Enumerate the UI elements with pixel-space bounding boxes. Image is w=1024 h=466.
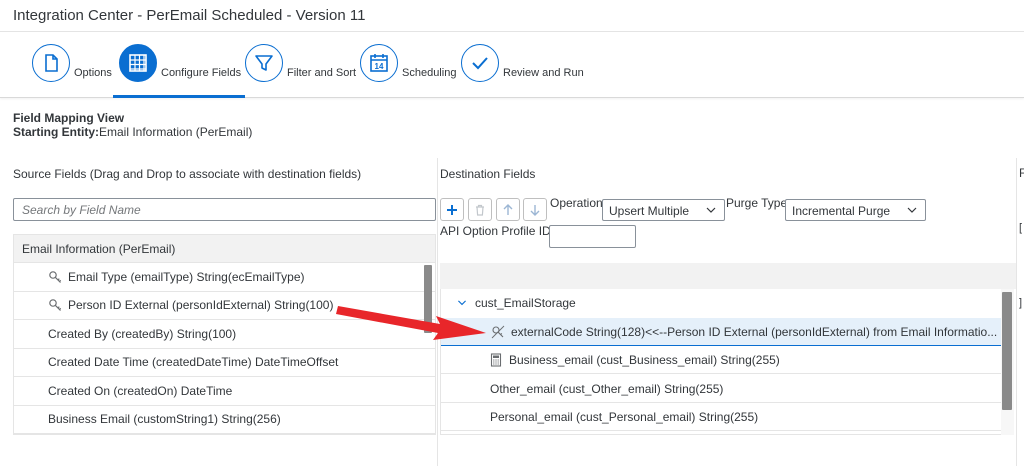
source-field-row[interactable]: Created On (createdOn) DateTime [14, 377, 435, 406]
step-review-and-run[interactable]: Review and Run [461, 44, 584, 98]
purge-type-label: Purge Type [726, 196, 788, 210]
chevron-down-icon [907, 207, 917, 213]
destination-tree-header [440, 263, 1016, 289]
key-icon [49, 299, 62, 312]
checkmark-icon [461, 44, 499, 82]
chevron-down-icon[interactable] [457, 298, 467, 308]
source-field-label: Business Email (customString1) String(25… [48, 412, 281, 427]
calculator-icon [490, 352, 502, 367]
chevron-down-icon [706, 207, 716, 213]
add-field-button[interactable] [440, 198, 464, 221]
destination-field-label: Business_email (cust_Business_email) Str… [509, 352, 780, 367]
purge-type-select-value: Incremental Purge [792, 204, 891, 218]
operation-select[interactable]: Upsert Multiple [602, 199, 725, 221]
starting-entity-value: Email Information (PerEmail) [99, 125, 253, 139]
window-title: Integration Center - PerEmail Scheduled … [13, 7, 366, 24]
step-navigation: Options Configure Fields Filter and Sort… [0, 32, 1024, 98]
source-field-list: Email Information (PerEmail) Email Type … [13, 234, 436, 435]
destination-entity-node[interactable]: cust_EmailStorage [441, 289, 1002, 317]
source-field-row[interactable]: Created By (createdBy) String(100) [14, 320, 435, 349]
operation-select-value: Upsert Multiple [609, 204, 690, 218]
column-divider[interactable] [437, 158, 438, 466]
grid-icon [119, 44, 157, 82]
source-scrollbar[interactable] [424, 265, 432, 333]
step-configure-fields-label: Configure Fields [161, 67, 242, 79]
source-field-label: Email Type (emailType) String(ecEmailTyp… [68, 269, 305, 284]
delete-field-button[interactable] [468, 198, 492, 221]
source-field-label: Created Date Time (createdDateTime) Date… [48, 355, 339, 370]
field-mapping-title: Field Mapping View [13, 111, 125, 125]
source-field-row[interactable]: Business Email (customString1) String(25… [14, 406, 435, 434]
filter-icon [245, 44, 283, 82]
trash-icon [476, 204, 484, 216]
plus-icon [447, 204, 457, 215]
source-entity-group[interactable]: Email Information (PerEmail) [14, 235, 435, 263]
destination-field-row[interactable]: Other_email (cust_Other_email) String(25… [441, 375, 1002, 403]
source-fields-header: Source Fields (Drag and Drop to associat… [13, 167, 362, 181]
destination-field-row[interactable]: Personal_email (cust_Personal_email) Str… [441, 403, 1002, 431]
column-divider-right[interactable] [1016, 158, 1017, 466]
source-field-label: Person ID External (personIdExternal) St… [68, 298, 334, 313]
starting-entity: Starting Entity:Email Information (PerEm… [13, 125, 252, 139]
destination-field-row-selected[interactable]: externalCode String(128)<<--Person ID Ex… [441, 318, 1002, 346]
move-down-button[interactable] [523, 198, 547, 221]
window-titlebar: Integration Center - PerEmail Scheduled … [0, 0, 1024, 32]
destination-entity-label: cust_EmailStorage [475, 296, 576, 310]
destination-field-label: externalCode String(128)<<--Person ID Ex… [511, 324, 998, 339]
purge-type-select[interactable]: Incremental Purge [785, 199, 926, 221]
api-option-profile-input[interactable] [549, 225, 636, 248]
api-option-profile-label: API Option Profile ID [440, 224, 551, 238]
arrow-down-icon [530, 204, 540, 216]
arrow-up-icon [503, 203, 513, 215]
step-filter-and-sort[interactable]: Filter and Sort [245, 44, 356, 98]
mapped-key-icon [491, 325, 505, 338]
step-options-label: Options [74, 67, 112, 79]
move-up-button[interactable] [496, 198, 520, 221]
destination-field-tree: cust_EmailStorage externalCode String(12… [440, 289, 1002, 435]
step-scheduling-label: Scheduling [402, 67, 457, 79]
destination-field-label: Other_email (cust_Other_email) String(25… [490, 381, 724, 396]
right-panel-marker: [ [1019, 222, 1023, 234]
step-options[interactable]: Options [32, 44, 112, 98]
destination-scrollbar[interactable] [1002, 292, 1012, 410]
step-scheduling[interactable]: 14 Scheduling [360, 44, 456, 98]
starting-entity-label: Starting Entity: [13, 125, 99, 139]
destination-field-row[interactable]: Business_email (cust_Business_email) Str… [441, 346, 1002, 374]
source-field-label: Created On (createdOn) DateTime [48, 383, 233, 398]
source-field-row[interactable]: Created Date Time (createdDateTime) Date… [14, 349, 435, 377]
operation-label: Operation [550, 196, 603, 210]
source-search-input[interactable] [13, 198, 436, 221]
active-step-underline [113, 95, 246, 98]
document-icon [32, 44, 70, 82]
destination-fields-header: Destination Fields [440, 167, 536, 181]
step-filter-and-sort-label: Filter and Sort [287, 67, 357, 79]
right-panel-marker: ] [1019, 297, 1023, 309]
right-panel-header: F [1019, 166, 1024, 180]
source-field-label: Created By (createdBy) String(100) [48, 326, 237, 341]
destination-field-label: Personal_email (cust_Personal_email) Str… [490, 409, 759, 424]
calendar-icon: 14 [360, 44, 398, 82]
source-field-row[interactable]: Email Type (emailType) String(ecEmailTyp… [14, 263, 435, 292]
svg-text:14: 14 [375, 62, 384, 71]
step-configure-fields[interactable]: Configure Fields [113, 44, 246, 98]
step-review-and-run-label: Review and Run [503, 67, 584, 79]
key-icon [49, 270, 62, 283]
source-field-row[interactable]: Person ID External (personIdExternal) St… [14, 292, 435, 320]
